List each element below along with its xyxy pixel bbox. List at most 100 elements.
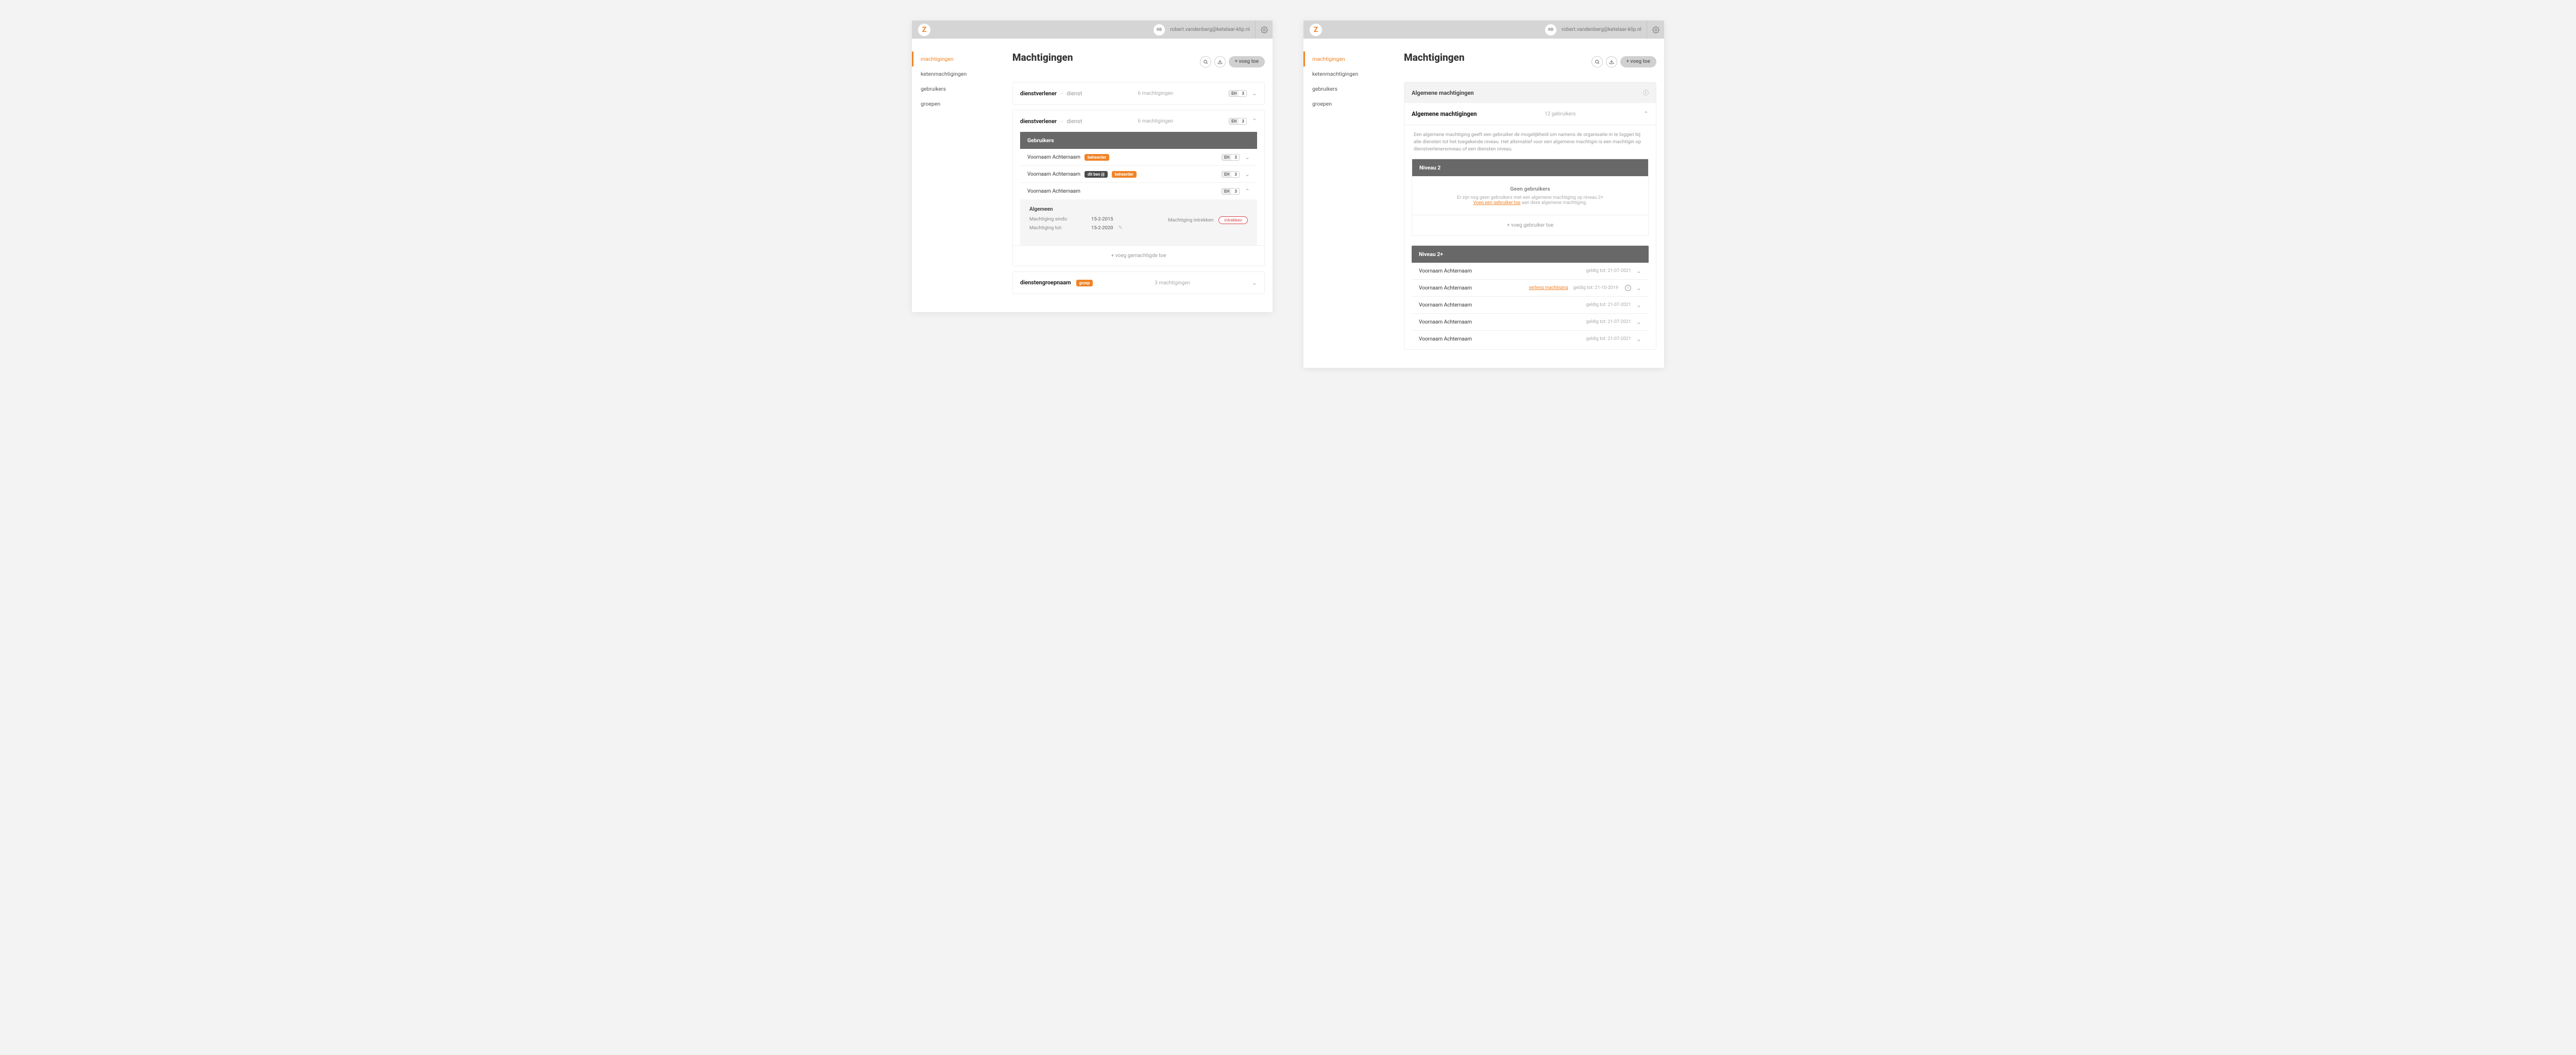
search-button[interactable] <box>1200 56 1211 67</box>
level-2plus-box: Niveau 2+ Voornaam Achternaam geldig tot… <box>1412 245 1649 347</box>
validity-text: geldig tot: 21-07-2021 <box>1586 268 1631 274</box>
logo[interactable]: Z <box>918 24 930 36</box>
provider-count: 6 machtigingen <box>1138 118 1173 124</box>
empty-state: Geen gebruikers Er zijn nog geen gebruik… <box>1412 176 1648 215</box>
eh-badge: EH3 <box>1229 90 1247 97</box>
sidebar-item-ketenmachtigingen[interactable]: ketenmachtigingen <box>912 66 1005 81</box>
dash-separator: - <box>1061 117 1062 125</box>
extend-link[interactable]: verleng machtiging <box>1529 285 1568 291</box>
user-name: Voornaam Achternaam <box>1027 189 1080 194</box>
revoke-label: Machtiging intrekken <box>1168 217 1213 223</box>
logo[interactable]: Z <box>1310 24 1322 36</box>
user-row[interactable]: Voornaam Achternaam geldig tot: 21-07-20… <box>1412 297 1649 314</box>
sidebar-item-gebruikers[interactable]: gebruikers <box>912 81 1005 96</box>
download-button[interactable] <box>1606 56 1617 67</box>
page-actions: + voeg toe <box>1591 56 1656 67</box>
sidebar-item-groepen[interactable]: groepen <box>912 96 1005 111</box>
page-header: Machtigingen + voeg toe <box>1404 52 1656 72</box>
chevron-down-icon: ⌄ <box>1252 279 1257 286</box>
search-icon <box>1203 59 1208 64</box>
eh-badge: EH3 <box>1222 171 1240 178</box>
sidebar-item-machtigingen[interactable]: machtigingen <box>1303 52 1396 66</box>
tag-beheerder: beheerder <box>1084 154 1109 161</box>
download-button[interactable] <box>1214 56 1226 67</box>
page-actions: + voeg toe <box>1200 56 1265 67</box>
sidebar-item-gebruikers[interactable]: gebruikers <box>1303 81 1396 96</box>
gear-icon <box>1652 26 1659 33</box>
group-row: dienstengroepnaam groep 3 machtigingen ⌄ <box>1012 271 1265 294</box>
revoke-button[interactable]: intrekken <box>1218 216 1248 224</box>
chevron-down-icon: ⌄ <box>1636 301 1641 309</box>
sidebar-item-ketenmachtigingen[interactable]: ketenmachtigingen <box>1303 66 1396 81</box>
validity-text: geldig tot: 21-07-2021 <box>1586 336 1631 342</box>
sidebar-item-machtigingen[interactable]: machtigingen <box>912 52 1005 66</box>
empty-cta: Voeg een gebruiker toe aan deze algemene… <box>1422 200 1638 206</box>
sidebar-item-groepen[interactable]: groepen <box>1303 96 1396 111</box>
add-user-button[interactable]: + voeg gebruiker toe <box>1412 215 1648 235</box>
add-authorized-button[interactable]: + voeg gemachtigde toe <box>1013 245 1264 266</box>
search-button[interactable] <box>1591 56 1603 67</box>
chevron-down-icon: ⌄ <box>1636 267 1641 275</box>
chevron-down-icon: ⌄ <box>1245 171 1250 178</box>
page-title: Machtigingen <box>1012 52 1073 63</box>
user-email: robert.vandenberg@ketelaar-klip.nl <box>1562 27 1641 32</box>
provider-row-left: dienstverlener - dienst <box>1020 90 1082 97</box>
since-value: 15-2-2015 <box>1091 216 1113 222</box>
user-row[interactable]: Voornaam Achternaam geldig tot: 21-07-20… <box>1412 331 1649 347</box>
user-name: Voornaam Achternaam <box>1027 155 1080 160</box>
eh-badge: EH3 <box>1222 154 1240 161</box>
topbar: Z RB robert.vandenberg@ketelaar-klip.nl <box>912 21 1273 39</box>
until-label: Machtiging tot: <box>1029 225 1071 231</box>
group-row-toggle[interactable]: dienstengroepnaam groep 3 machtigingen ⌄ <box>1013 272 1264 294</box>
until-value: 15-2-2020 ✎ <box>1091 225 1123 231</box>
top-right-group: RB robert.vandenberg@ketelaar-klip.nl <box>1545 21 1658 39</box>
user-row[interactable]: Voornaam Achternaam dit ben jij beheerde… <box>1020 166 1257 183</box>
provider-row-right: EH3 ⌄ <box>1229 90 1257 97</box>
info-icon[interactable]: ⓘ <box>1643 89 1649 97</box>
tag-group: groep <box>1076 280 1093 286</box>
provider-count: 6 machtigingen <box>1138 91 1173 96</box>
avatar[interactable]: RB <box>1154 24 1165 36</box>
eh-badge: EH3 <box>1229 118 1247 125</box>
user-row[interactable]: Voornaam Achternaam beheerder EH3 ⌄ <box>1020 149 1257 166</box>
avatar[interactable]: RB <box>1545 24 1556 36</box>
validity-text: geldig tot: 21-07-2021 <box>1586 302 1631 308</box>
user-row[interactable]: Voornaam Achternaam verleng machtiging g… <box>1412 280 1649 297</box>
user-name: Voornaam Achternaam <box>1419 302 1472 308</box>
user-row[interactable]: Voornaam Achternaam EH3 ⌃ <box>1020 183 1257 199</box>
body: machtigingen ketenmachtigingen gebruiker… <box>1303 39 1664 368</box>
section-toggle-row[interactable]: Algemene machtigingen 12 gebruikers ⌃ <box>1404 103 1656 125</box>
user-row[interactable]: Voornaam Achternaam geldig tot: 21-07-20… <box>1412 263 1649 280</box>
provider-row-toggle[interactable]: dienstverlener - dienst 6 machtigingen E… <box>1013 110 1264 132</box>
page-title: Machtigingen <box>1404 52 1465 63</box>
group-count: 3 machtigingen <box>1155 280 1190 286</box>
add-button[interactable]: + voeg toe <box>1229 56 1265 67</box>
users-header: Gebruikers <box>1020 132 1257 149</box>
user-row[interactable]: Voornaam Achternaam geldig tot: 21-07-20… <box>1412 314 1649 331</box>
chevron-down-icon: ⌄ <box>1636 318 1641 326</box>
details-heading: Algemeen <box>1029 207 1248 212</box>
since-label: Machtiging sinds: <box>1029 216 1071 222</box>
empty-add-link[interactable]: Voeg een gebruiker toe <box>1473 200 1520 206</box>
chevron-up-icon: ⌃ <box>1252 117 1257 125</box>
provider-row-toggle[interactable]: dienstverlener - dienst 6 machtigingen E… <box>1013 82 1264 104</box>
gear-icon <box>1261 26 1268 33</box>
page-header: Machtigingen + voeg toe <box>1012 52 1265 72</box>
settings-button[interactable] <box>1647 21 1664 39</box>
edit-icon[interactable]: ✎ <box>1118 225 1123 231</box>
dash-separator: - <box>1061 90 1062 97</box>
users-block: Gebruikers Voornaam Achternaam beheerder… <box>1020 132 1257 245</box>
provider-title: dienstverlener <box>1020 118 1057 125</box>
add-button[interactable]: + voeg toe <box>1620 56 1656 67</box>
level-2-box: Niveau 2 Geen gebruikers Er zijn nog gee… <box>1412 159 1649 236</box>
provider-row-expanded: dienstverlener - dienst 6 machtigingen E… <box>1012 110 1265 266</box>
settings-button[interactable] <box>1255 21 1273 39</box>
level-header: Niveau 2 <box>1412 159 1648 176</box>
empty-title: Geen gebruikers <box>1422 185 1638 192</box>
user-email: robert.vandenberg@ketelaar-klip.nl <box>1170 27 1250 32</box>
download-icon <box>1217 59 1223 64</box>
search-icon <box>1595 59 1600 64</box>
tag-self: dit ben jij <box>1084 171 1108 178</box>
sidebar: machtigingen ketenmachtigingen gebruiker… <box>1303 39 1396 368</box>
user-name: Voornaam Achternaam <box>1419 268 1472 274</box>
